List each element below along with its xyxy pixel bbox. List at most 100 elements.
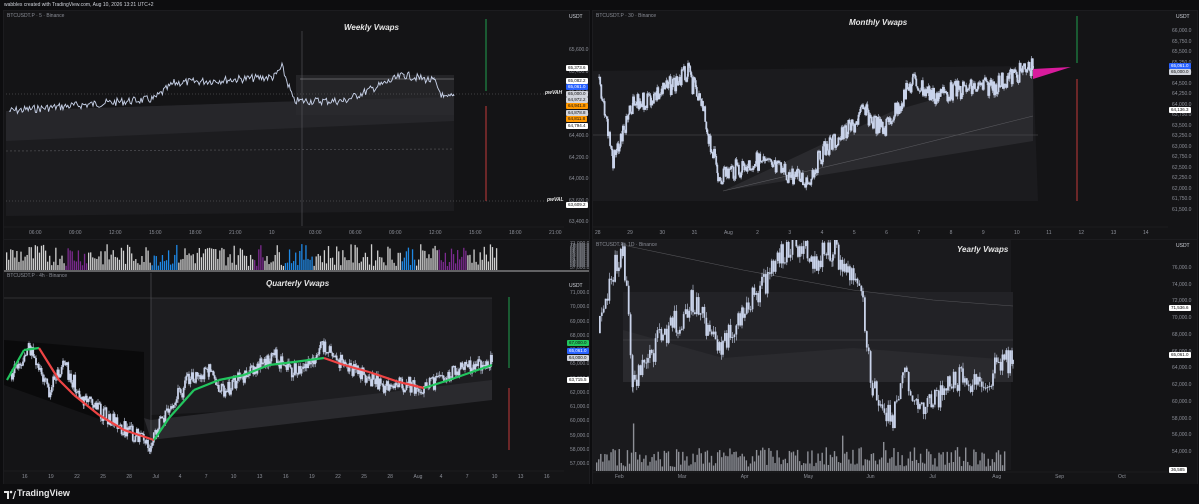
time-axis-label: 10 [230,474,237,480]
volume-bar [907,458,909,471]
time-axis-label: 7 [917,230,921,236]
yearly-chart-canvas[interactable] [593,240,1197,484]
monthly-vwap-panel[interactable]: BTCUSDT.P · 30 · Binance Monthly Vwaps U… [592,10,1198,240]
volume-bar [796,449,799,471]
yearly-candle [829,242,831,261]
quarterly-candle [150,445,152,451]
quarterly-candle [289,364,292,368]
quarterly-chart-canvas[interactable] [4,240,589,484]
quarterly-candle [310,362,312,365]
yearly-candle [737,313,740,326]
quarterly-candle [134,436,137,442]
volume-bar [741,453,743,471]
quarterly-candle [209,364,212,372]
osc-bar [252,259,254,270]
osc-bar [368,264,371,270]
time-axis-label: 4 [178,474,182,480]
volume-bar [878,459,881,471]
quarterly-candle [185,375,188,381]
yearly-candle [616,254,618,272]
quarterly-candle [189,378,192,384]
osc-bar [364,252,367,270]
time-axis-label: 8 [949,230,953,236]
quarterly-candle [331,352,334,357]
yearly-candle [915,399,918,401]
weekly-chart-canvas[interactable] [4,11,589,239]
yearly-candle [703,306,706,318]
osc-bar [399,252,401,270]
osc-bar [327,246,330,270]
yearly-vwap-panel[interactable]: BTCUSDT.P · 1D · Binance Yearly Vwaps US… [592,239,1198,485]
yearly-candle [881,404,884,409]
volume-bar [608,460,610,471]
yearly-candle [845,263,848,273]
price-axis-label: 54,000.0 [1172,449,1192,455]
osc-bar [194,263,196,270]
quarterly-candle [203,367,206,380]
quarterly-candle [461,362,464,368]
quarterly-vwap-panel[interactable]: BTCUSDT.P · 4h · Binance Quarterly Vwaps… [3,239,590,485]
tradingview-logo-icon [4,490,16,499]
time-axis-label: Sep [1055,474,1065,480]
osc-bar [370,244,373,270]
osc-bar [340,265,342,270]
yearly-candle [682,314,685,329]
yearly-candle [827,242,830,256]
osc-bar [403,257,405,270]
osc-bar [477,264,479,270]
yearly-candle [862,291,864,298]
volume-bar [819,460,821,471]
osc-bar [286,262,289,270]
osc-bar [231,262,233,270]
volume-bar [915,459,918,471]
volume-bar [602,461,604,471]
osc-bar [126,244,129,270]
yearly-candle [969,386,972,392]
volume-bar [612,448,614,471]
yearly-candle [804,240,807,247]
price-axis-label: 63,750.0 [1172,112,1192,119]
volume-bar [755,449,758,471]
quarterly-candle [295,363,297,374]
volume-bar [954,450,957,471]
price-axis-label: 62,000.0 [570,389,590,396]
quarterly-candle [230,389,232,395]
volume-bar [872,453,875,471]
volume-bar [604,454,606,471]
quarterly-candle [75,391,78,393]
weekly-vwap-panel[interactable]: BTCUSDT.P · 5 · Binance Weekly Vwaps USD… [3,10,590,240]
osc-bar [358,263,360,270]
osc-bar [34,245,36,270]
yearly-candle [979,376,981,382]
price-axis-label: 76,000.0 [1172,265,1192,271]
monthly-candle [648,94,651,96]
osc-bar [284,263,287,270]
volume-bar [792,451,795,471]
osc-bar [190,255,192,270]
monthly-candle [808,182,810,184]
monthly-candle [1024,63,1026,70]
volume-bar [842,435,844,471]
yearly-candle [764,274,767,294]
osc-bar [47,261,49,270]
osc-bar [418,259,420,270]
yearly-candle [902,372,904,376]
time-axis-label: 12 [1078,230,1085,236]
time-axis-label: 5 [852,230,856,236]
monthly-candle [953,83,955,85]
osc-bar [106,244,108,270]
price-tag: 63,715.5 [567,377,589,383]
yearly-candle [725,333,728,348]
volume-bar [839,462,842,471]
osc-bar [198,247,200,270]
osc-bar [459,259,461,270]
volume-bar [716,452,719,471]
price-axis-label: 68,000.0 [570,332,590,339]
monthly-chart-canvas[interactable] [593,11,1197,239]
volume-bar [946,451,948,471]
volume-bar [780,464,782,471]
monthly-candle [915,78,918,87]
time-axis-label: 4 [439,474,443,480]
volume-bar [725,455,727,471]
monthly-candle [848,119,851,124]
